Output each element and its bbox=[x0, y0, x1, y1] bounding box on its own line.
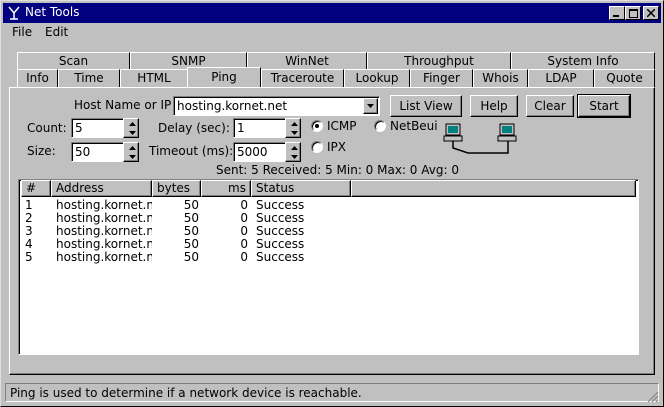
list-view-button[interactable]: List View bbox=[390, 95, 462, 117]
row-number: 4 bbox=[25, 238, 33, 251]
ping-summary: Sent: 5 Received: 5 Min: 0 Max: 0 Avg: 0 bbox=[216, 163, 459, 177]
row-number: 5 bbox=[25, 251, 33, 264]
row-ms: 0 bbox=[240, 238, 248, 251]
row-status: Success bbox=[256, 212, 305, 225]
col-header-number[interactable]: # bbox=[21, 180, 51, 197]
radio-netbeui[interactable] bbox=[374, 120, 386, 132]
radio-ipx[interactable] bbox=[311, 141, 323, 153]
count-spinner[interactable] bbox=[123, 118, 139, 138]
row-ms: 0 bbox=[240, 225, 248, 238]
menu-file[interactable]: File bbox=[12, 25, 32, 39]
tab-html[interactable]: HTML bbox=[120, 69, 188, 87]
netbeui-label: NetBeui bbox=[390, 119, 438, 133]
host-input[interactable]: hosting.kornet.net bbox=[177, 99, 287, 113]
row-ms: 0 bbox=[240, 212, 248, 225]
spin-down-icon[interactable] bbox=[124, 152, 140, 162]
minimize-icon bbox=[613, 15, 619, 17]
row-address: hosting.kornet.ne bbox=[56, 225, 152, 238]
title-bar[interactable]: Net Tools bbox=[3, 3, 661, 23]
results-listview[interactable]: # Address bytes ms Status 1 hosting.korn… bbox=[18, 179, 639, 355]
status-bar: Ping is used to determine if a network d… bbox=[5, 383, 659, 402]
menu-bar: File Edit bbox=[3, 23, 661, 42]
maximize-button[interactable] bbox=[625, 6, 641, 20]
spin-down-icon[interactable] bbox=[286, 152, 302, 162]
row-address: hosting.kornet.ne bbox=[56, 199, 152, 212]
network-app-icon bbox=[8, 6, 20, 20]
tab-traceroute[interactable]: Traceroute bbox=[261, 69, 344, 87]
col-header-status[interactable]: Status bbox=[251, 180, 351, 197]
count-label: Count: bbox=[27, 121, 67, 135]
tab-throughput[interactable]: Throughput bbox=[367, 52, 511, 70]
minimize-button[interactable] bbox=[609, 6, 625, 20]
row-status: Success bbox=[256, 251, 305, 264]
main-window: Net Tools File Edit Scan SNMP WinNet Thr… bbox=[0, 0, 664, 407]
ipx-label: IPX bbox=[327, 140, 346, 154]
tab-winnet[interactable]: WinNet bbox=[247, 52, 367, 70]
maximize-icon bbox=[628, 8, 638, 18]
row-ms: 0 bbox=[240, 251, 248, 264]
tab-quote[interactable]: Quote bbox=[594, 69, 655, 87]
timeout-spinner[interactable] bbox=[285, 142, 301, 162]
row-address: hosting.kornet.ne bbox=[56, 251, 152, 264]
tab-info[interactable]: Info bbox=[17, 69, 58, 87]
row-address: hosting.kornet.ne bbox=[56, 238, 152, 251]
spin-down-icon[interactable] bbox=[124, 128, 140, 138]
host-label: Host Name or IP bbox=[74, 98, 172, 112]
host-dropdown-button[interactable] bbox=[363, 98, 378, 114]
close-icon bbox=[647, 9, 655, 17]
tab-time[interactable]: Time bbox=[58, 69, 120, 87]
tab-whois[interactable]: Whois bbox=[473, 69, 528, 87]
tab-lookup[interactable]: Lookup bbox=[344, 69, 410, 87]
delay-label: Delay (sec): bbox=[158, 121, 230, 135]
tab-ldap[interactable]: LDAP bbox=[528, 69, 594, 87]
size-label: Size: bbox=[27, 144, 56, 158]
row-ms: 0 bbox=[240, 199, 248, 212]
col-header-address[interactable]: Address bbox=[51, 180, 152, 197]
menu-edit[interactable]: Edit bbox=[45, 25, 68, 39]
row-bytes: 50 bbox=[183, 225, 199, 238]
row-address: hosting.kornet.ne bbox=[56, 212, 152, 225]
col-header-ms[interactable]: ms bbox=[201, 180, 251, 197]
row-bytes: 50 bbox=[183, 199, 199, 212]
size-spinner[interactable] bbox=[123, 142, 139, 162]
chevron-down-icon bbox=[367, 104, 374, 108]
close-button[interactable] bbox=[643, 6, 659, 20]
row-status: Success bbox=[256, 199, 305, 212]
icmp-label: ICMP bbox=[327, 119, 357, 133]
col-header-filler bbox=[351, 180, 636, 197]
row-status: Success bbox=[256, 238, 305, 251]
host-combobox[interactable]: hosting.kornet.net bbox=[173, 96, 380, 116]
row-number: 3 bbox=[25, 225, 33, 238]
timeout-label: Timeout (ms): bbox=[149, 144, 234, 158]
row-bytes: 50 bbox=[183, 212, 199, 225]
help-button[interactable]: Help bbox=[470, 95, 518, 117]
tab-system-info[interactable]: System Info bbox=[511, 52, 655, 70]
tab-ping[interactable]: Ping bbox=[187, 67, 261, 87]
window-title: Net Tools bbox=[25, 5, 80, 19]
row-bytes: 50 bbox=[183, 238, 199, 251]
network-computers-icon bbox=[443, 123, 517, 154]
spin-down-icon[interactable] bbox=[286, 128, 302, 138]
row-bytes: 50 bbox=[183, 251, 199, 264]
radio-icmp[interactable] bbox=[311, 120, 323, 132]
delay-spinner[interactable] bbox=[285, 118, 301, 138]
tab-finger[interactable]: Finger bbox=[410, 69, 473, 87]
clear-button[interactable]: Clear bbox=[526, 95, 574, 117]
row-number: 2 bbox=[25, 212, 33, 225]
col-header-bytes[interactable]: bytes bbox=[152, 180, 201, 197]
resize-grip-icon[interactable] bbox=[647, 391, 659, 403]
row-number: 1 bbox=[25, 199, 33, 212]
start-button[interactable]: Start bbox=[577, 94, 631, 118]
row-status: Success bbox=[256, 225, 305, 238]
tab-scan[interactable]: Scan bbox=[17, 52, 130, 70]
